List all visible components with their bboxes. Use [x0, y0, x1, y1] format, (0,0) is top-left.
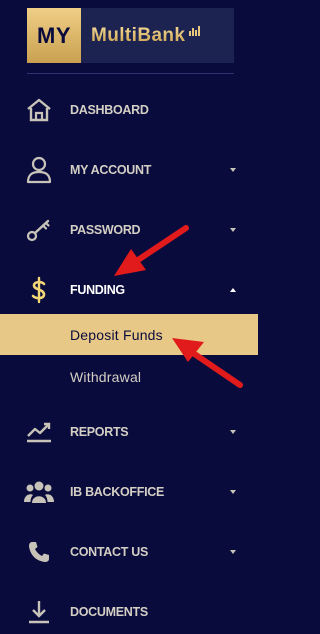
menu-item-my-account[interactable]: MY ACCOUNT: [0, 152, 258, 188]
menu-label-documents: DOCUMENTS: [70, 605, 148, 619]
menu-item-password[interactable]: PASSWORD: [0, 212, 258, 248]
menu-label-reports: REPORTS: [70, 425, 129, 439]
menu-label-ib-backoffice: IB BACKOFFICE: [70, 485, 165, 499]
chart-trend-icon: [23, 416, 55, 448]
caret-down-icon: [230, 168, 236, 172]
key-icon: [23, 214, 55, 246]
divider: [27, 73, 234, 74]
menu-item-funding[interactable]: FUNDING: [0, 272, 258, 308]
caret-down-icon: [230, 228, 236, 232]
menu-item-contact-us[interactable]: CONTACT US: [0, 534, 258, 570]
download-icon: [23, 596, 55, 628]
logo-bars-icon: [189, 25, 201, 36]
menu-label-password: PASSWORD: [70, 223, 141, 237]
users-group-icon: [23, 476, 55, 508]
submenu-label-withdrawal: Withdrawal: [70, 369, 142, 385]
submenu-item-withdrawal[interactable]: Withdrawal: [0, 359, 258, 395]
submenu-label-deposit-funds: Deposit Funds: [70, 327, 163, 343]
home-icon: [23, 94, 55, 126]
menu-item-documents[interactable]: DOCUMENTS: [0, 594, 258, 630]
user-icon: [23, 154, 55, 186]
menu-label-funding: FUNDING: [70, 283, 125, 297]
phone-icon: [23, 536, 55, 568]
menu-label-dashboard: DASHBOARD: [70, 103, 149, 117]
dollar-icon: [23, 274, 55, 306]
logo-name-box: MultiBank: [81, 8, 234, 63]
caret-down-icon: [230, 490, 236, 494]
caret-down-icon: [230, 550, 236, 554]
menu-label-contact-us: CONTACT US: [70, 545, 149, 559]
caret-up-icon: [230, 288, 236, 292]
menu-item-dashboard[interactable]: DASHBOARD: [0, 92, 258, 128]
menu-item-reports[interactable]: REPORTS: [0, 414, 258, 450]
logo[interactable]: MY MultiBank: [27, 8, 234, 63]
logo-name: MultiBank: [91, 24, 186, 46]
menu-label-my-account: MY ACCOUNT: [70, 163, 152, 177]
logo-prefix: MY: [27, 8, 81, 63]
menu-item-ib-backoffice[interactable]: IB BACKOFFICE: [0, 474, 258, 510]
submenu-item-deposit-funds[interactable]: Deposit Funds: [0, 314, 258, 355]
caret-down-icon: [230, 430, 236, 434]
